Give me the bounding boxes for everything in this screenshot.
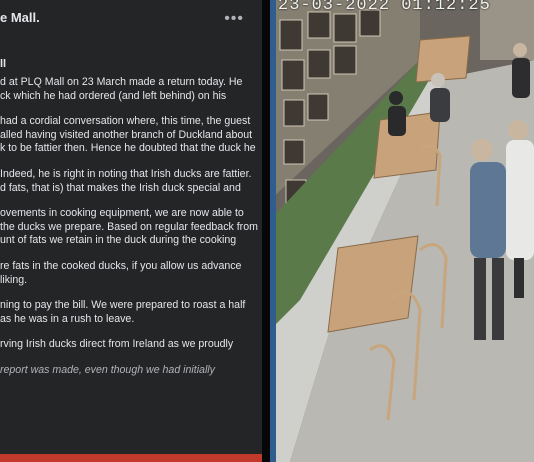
cctv-timestamp: 23-03-2022 01:12:25 [278, 0, 491, 15]
red-footer-bar [0, 454, 262, 462]
more-horizontal-icon[interactable]: ••• [224, 10, 244, 28]
cctv-image: 23-03-2022 01:12:25 [270, 0, 534, 462]
post-title: e Mall. [0, 10, 40, 25]
post-italic-note: report was made, even though we had init… [0, 363, 215, 376]
post-header: e Mall. ••• [0, 0, 262, 42]
frame-edge [270, 0, 276, 462]
post-body: d at PLQ Mall on 23 March made a return … [0, 76, 262, 390]
post-paragraph: ning to pay the bill. We were prepared t… [0, 299, 246, 325]
post-subtitle: ll [0, 58, 7, 70]
post-paragraph: had a cordial conversation where, this t… [0, 115, 256, 155]
cctv-scene [270, 0, 534, 462]
post-paragraph: rving Irish ducks direct from Ireland as… [0, 338, 234, 351]
facebook-post-panel: e Mall. ••• ll d at PLQ Mall on 23 March… [0, 0, 262, 462]
post-paragraph: re fats in the cooked ducks, if you allo… [0, 259, 242, 286]
post-paragraph: d at PLQ Mall on 23 March made a return … [0, 76, 243, 102]
post-paragraph: ovements in cooking equipment, we are no… [0, 207, 258, 247]
panel-divider [262, 0, 270, 462]
post-paragraph: Indeed, he is right in noting that Irish… [0, 167, 252, 194]
